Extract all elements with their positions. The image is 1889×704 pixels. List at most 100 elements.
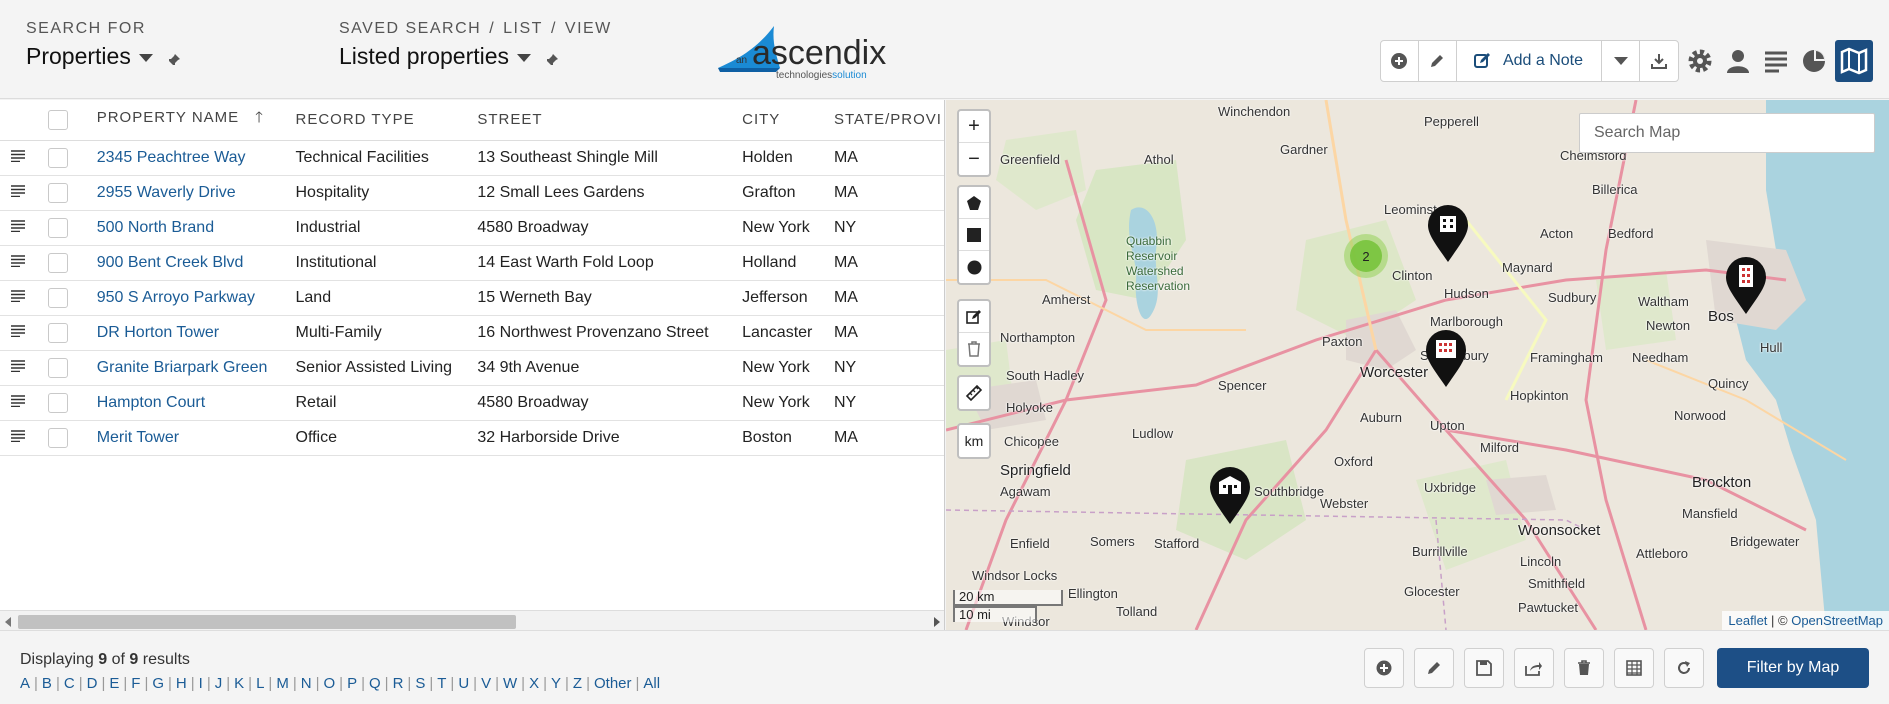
- alphabet-link[interactable]: O: [323, 675, 335, 692]
- search-map-input[interactable]: Search Map: [1579, 113, 1875, 153]
- scroll-right-icon[interactable]: [934, 617, 940, 627]
- alphabet-link[interactable]: K: [234, 675, 244, 692]
- delete-shapes-button[interactable]: [959, 333, 989, 365]
- footer-delete-button[interactable]: [1564, 648, 1604, 688]
- property-name-link[interactable]: 2345 Peachtree Way: [97, 149, 246, 166]
- unit-toggle-button[interactable]: km: [959, 425, 989, 457]
- settings-button[interactable]: [1681, 40, 1719, 82]
- osm-link[interactable]: OpenStreetMap: [1791, 613, 1883, 628]
- property-marker[interactable]: [1724, 256, 1768, 316]
- alphabet-link[interactable]: E: [109, 675, 119, 692]
- alphabet-link[interactable]: V: [481, 675, 491, 692]
- more-actions-dropdown[interactable]: [1602, 41, 1640, 81]
- alphabet-link[interactable]: L: [256, 675, 264, 692]
- column-header-street[interactable]: STREET: [477, 100, 743, 141]
- table-row[interactable]: 900 Bent Creek Blvd Institutional 14 East …: [0, 245, 944, 281]
- table-row[interactable]: Hampton Court Retail 4580 Broadway New York…: [0, 385, 944, 421]
- add-button[interactable]: [1381, 41, 1419, 81]
- property-name-link[interactable]: DR Horton Tower: [97, 324, 219, 341]
- alphabet-link[interactable]: Y: [551, 675, 561, 692]
- object-selector[interactable]: Properties: [26, 43, 181, 70]
- alphabet-link[interactable]: H: [176, 675, 187, 692]
- property-name-link[interactable]: 2955 Waverly Drive: [97, 184, 236, 201]
- footer-columns-button[interactable]: [1614, 648, 1654, 688]
- add-note-button[interactable]: Add a Note: [1457, 41, 1602, 81]
- table-row[interactable]: Merit Tower Office 32 Harborside Drive Bost…: [0, 420, 944, 456]
- pin-icon[interactable]: [167, 53, 181, 67]
- row-menu-icon[interactable]: [11, 149, 25, 162]
- footer-share-button[interactable]: [1514, 648, 1554, 688]
- table-row[interactable]: DR Horton Tower Multi-Family 16 Northwest …: [0, 315, 944, 351]
- zoom-out-button[interactable]: −: [959, 143, 989, 175]
- row-menu-icon[interactable]: [11, 254, 25, 267]
- zoom-in-button[interactable]: +: [959, 111, 989, 143]
- row-checkbox[interactable]: [47, 287, 68, 308]
- alphabet-link[interactable]: M: [276, 675, 289, 692]
- property-name-link[interactable]: 900 Bent Creek Blvd: [97, 254, 244, 271]
- table-row[interactable]: Granite Briarpark Green Senior Assisted L…: [0, 350, 944, 386]
- alphabet-link[interactable]: B: [42, 675, 52, 692]
- scrollbar-thumb[interactable]: [18, 615, 516, 629]
- saved-search-selector[interactable]: Listed properties: [339, 43, 612, 70]
- footer-save-button[interactable]: [1464, 648, 1504, 688]
- table-row[interactable]: 2345 Peachtree Way Technical Facilities 13…: [0, 140, 944, 176]
- alphabet-link[interactable]: Z: [573, 675, 582, 692]
- column-header-city[interactable]: CITY: [742, 100, 834, 141]
- alphabet-link[interactable]: U: [458, 675, 469, 692]
- map-view-button[interactable]: [1835, 40, 1873, 82]
- property-name-link[interactable]: Hampton Court: [97, 394, 206, 411]
- row-menu-icon[interactable]: [11, 359, 25, 372]
- chart-view-button[interactable]: [1795, 40, 1833, 82]
- scroll-left-icon[interactable]: [5, 617, 11, 627]
- row-menu-icon[interactable]: [11, 184, 25, 197]
- table-row[interactable]: 500 North Brand Industrial 4580 Broadway Ne…: [0, 210, 944, 246]
- alphabet-link[interactable]: P: [347, 675, 357, 692]
- row-checkbox[interactable]: [47, 217, 68, 238]
- row-checkbox[interactable]: [47, 147, 68, 168]
- alphabet-link[interactable]: W: [503, 675, 517, 692]
- select-all-checkbox[interactable]: [47, 109, 68, 130]
- alphabet-link[interactable]: D: [87, 675, 98, 692]
- alphabet-link[interactable]: X: [529, 675, 539, 692]
- draw-polygon-button[interactable]: [959, 187, 989, 219]
- alphabet-link[interactable]: I: [199, 675, 203, 692]
- alphabet-link[interactable]: T: [437, 675, 446, 692]
- property-name-link[interactable]: Merit Tower: [97, 429, 179, 446]
- row-checkbox[interactable]: [47, 427, 68, 448]
- alphabet-link[interactable]: R: [393, 675, 404, 692]
- property-name-link[interactable]: Granite Briarpark Green: [97, 359, 268, 376]
- draw-circle-button[interactable]: [959, 251, 989, 283]
- leaflet-link[interactable]: Leaflet: [1728, 613, 1767, 628]
- pin-icon[interactable]: [545, 53, 559, 67]
- property-marker[interactable]: [1424, 329, 1468, 389]
- table-row[interactable]: 2955 Waverly Drive Hospitality 12 Small Le…: [0, 175, 944, 211]
- edit-shapes-button[interactable]: [959, 301, 989, 333]
- map-pane[interactable]: Winchendon Pepperell Greenfield Athol Ga…: [946, 100, 1889, 630]
- footer-add-button[interactable]: [1364, 648, 1404, 688]
- column-header-state[interactable]: STATE/PROVI: [833, 100, 944, 141]
- chevron-down-icon[interactable]: [138, 54, 153, 62]
- column-header-record-type[interactable]: RECORD TYPE: [295, 100, 478, 141]
- column-header-property-name[interactable]: PROPERTY NAME 🡑: [96, 100, 296, 141]
- alphabet-link[interactable]: A: [20, 675, 30, 692]
- row-menu-icon[interactable]: [11, 219, 25, 232]
- alphabet-link[interactable]: F: [131, 675, 140, 692]
- filter-by-map-button[interactable]: Filter by Map: [1717, 648, 1869, 688]
- property-name-link[interactable]: 950 S Arroyo Parkway: [97, 289, 255, 306]
- edit-button[interactable]: [1419, 41, 1457, 81]
- horizontal-scrollbar[interactable]: [0, 610, 944, 630]
- row-checkbox[interactable]: [47, 252, 68, 273]
- export-button[interactable]: [1640, 41, 1678, 81]
- footer-edit-button[interactable]: [1414, 648, 1454, 688]
- alphabet-link[interactable]: Q: [369, 675, 381, 692]
- alphabet-link[interactable]: J: [215, 675, 223, 692]
- alphabet-link[interactable]: Other: [594, 675, 632, 692]
- alphabet-link[interactable]: C: [64, 675, 75, 692]
- row-menu-icon[interactable]: [11, 394, 25, 407]
- footer-refresh-button[interactable]: [1664, 648, 1704, 688]
- property-marker[interactable]: [1208, 466, 1252, 526]
- row-checkbox[interactable]: [47, 322, 68, 343]
- row-menu-icon[interactable]: [11, 289, 25, 302]
- list-view-button[interactable]: [1757, 40, 1795, 82]
- property-name-link[interactable]: 500 North Brand: [97, 219, 214, 236]
